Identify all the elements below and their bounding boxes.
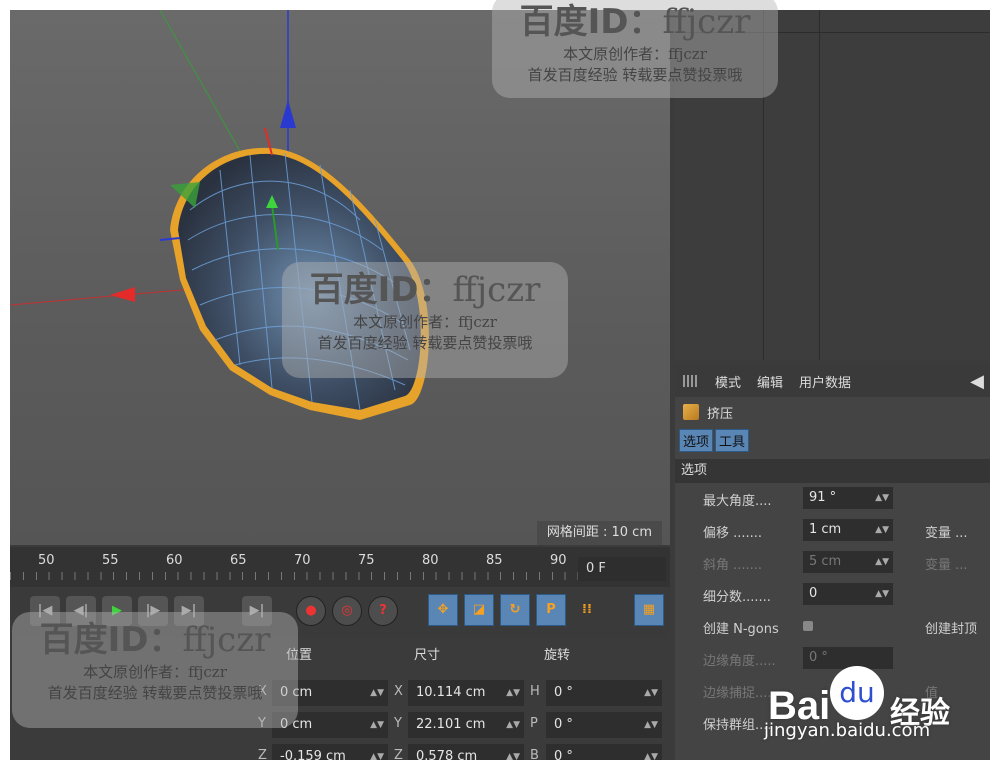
attribute-menu: 模式 编辑 用户数据 ◀ — [675, 365, 990, 397]
watermark-center: 百度ID：ffjczr 本文原创作者：ffjczr 首发百度经验 转载要点赞投票… — [282, 262, 568, 378]
stepper-icon: ▲▼ — [875, 493, 889, 503]
subdivision-field[interactable]: 0 ▲▼ — [803, 583, 893, 605]
timeline-tick: 55 — [102, 553, 119, 568]
tab-tools[interactable]: 工具 — [715, 428, 750, 452]
bevel-variance-label: 变量 ... — [925, 558, 968, 573]
attribute-tabs: 选项 工具 — [675, 427, 990, 453]
size-x-field[interactable]: 10.114 cm ▲▼ — [408, 680, 524, 706]
offset-label: 偏移 ....... — [703, 526, 763, 541]
z-axis-arrow — [280, 100, 296, 128]
timeline-tick-marks — [10, 572, 585, 580]
auto-key-icon[interactable]: ◎ — [332, 596, 362, 626]
x-axis-arrow — [110, 287, 135, 302]
row-max-angle: 最大角度.... 91 ° ▲▼ — [675, 483, 990, 515]
rotation-h-field[interactable]: 0 ° ▲▼ — [546, 680, 662, 706]
max-angle-field[interactable]: 91 ° ▲▼ — [803, 487, 893, 509]
object-name: 挤压 — [707, 406, 734, 422]
row-subdivision: 细分数....... 0 ▲▼ — [675, 579, 990, 611]
rotate-key-icon[interactable]: ↻ — [500, 594, 530, 626]
timeline-tick: 90 — [550, 553, 567, 568]
grip-icon[interactable] — [683, 375, 699, 387]
object-title: 挤压 — [675, 397, 990, 427]
bevel-label: 斜角 ....... — [703, 558, 763, 573]
stepper-icon: ▲▼ — [875, 525, 889, 535]
point-level-icon[interactable]: ⁞⁞ — [572, 594, 602, 626]
size-z-field[interactable]: 0.578 cm ▲▼ — [408, 744, 524, 760]
timeline-tick: 70 — [294, 553, 311, 568]
timeline-tick: 50 — [38, 553, 55, 568]
create-ngons-label: 创建 N-gons — [703, 622, 779, 637]
stepper-icon: ▲▼ — [875, 589, 889, 599]
stepper-icon: ▲▼ — [875, 557, 889, 567]
watermark-top: 百度ID：ffjczr 本文原创作者：ffjczr 首发百度经验 转载要点赞投票… — [492, 0, 778, 98]
extrude-icon — [683, 404, 699, 420]
offset-field[interactable]: 1 cm ▲▼ — [803, 519, 893, 541]
watermark-bottom: 百度ID：ffjczr 本文原创作者：ffjczr 首发百度经验 转载要点赞投票… — [12, 612, 298, 728]
parameter-key-icon[interactable]: P — [536, 594, 566, 626]
position-z-field[interactable]: -0.159 cm ▲▼ — [272, 744, 388, 760]
menu-edit[interactable]: 编辑 — [757, 372, 783, 391]
timeline-tick: 75 — [358, 553, 375, 568]
menu-mode[interactable]: 模式 — [715, 372, 741, 391]
grid-spacing-readout: 网格间距 : 10 cm — [536, 521, 662, 545]
max-angle-label: 最大角度.... — [703, 494, 772, 509]
timeline-ruler[interactable]: 50 55 60 65 70 75 80 85 90 0 F — [10, 547, 670, 587]
menu-user-data[interactable]: 用户数据 — [799, 372, 851, 391]
subdivision-label: 细分数....... — [703, 590, 771, 605]
size-header: 尺寸 — [414, 648, 441, 663]
tab-options[interactable]: 选项 — [679, 428, 714, 452]
end-frame-field[interactable]: 0 F — [578, 557, 666, 581]
record-key-icon[interactable]: ● — [296, 596, 326, 626]
timeline-tick: 60 — [166, 553, 183, 568]
keyframe-selection-icon[interactable]: ? — [368, 596, 398, 626]
row-bevel: 斜角 ....... 5 cm ▲▼ 变量 ... — [675, 547, 990, 579]
timeline-tick: 85 — [486, 553, 503, 568]
rotation-header: 旋转 — [544, 648, 571, 663]
row-create-ngons: 创建 N-gons 创建封顶 — [675, 611, 990, 643]
paw-icon: du — [830, 666, 884, 720]
coord-row-z: Z -0.159 cm ▲▼ Z 0.578 cm ▲▼ B 0 ° ▲▼ — [10, 742, 670, 760]
row-offset: 偏移 ....... 1 cm ▲▼ 变量 ... — [675, 515, 990, 547]
back-arrow-icon[interactable]: ◀ — [970, 371, 984, 392]
size-y-field[interactable]: 22.101 cm ▲▼ — [408, 712, 524, 738]
scale-key-icon[interactable]: ◪ — [464, 594, 494, 626]
rotation-p-field[interactable]: 0 ° ▲▼ — [546, 712, 662, 738]
create-ngons-checkbox[interactable] — [803, 621, 813, 631]
offset-variance-label: 变量 ... — [925, 526, 968, 541]
create-caps-label: 创建封顶 — [925, 622, 978, 637]
bevel-field[interactable]: 5 cm ▲▼ — [803, 551, 893, 573]
y-axis-line — [159, 10, 246, 161]
timeline-tick: 65 — [230, 553, 247, 568]
baidu-jingyan-logo: Bai du 经验 jingyan.baidu.com — [762, 662, 992, 762]
move-key-icon[interactable]: ✥ — [428, 594, 458, 626]
rotation-b-field[interactable]: 0 ° ▲▼ — [546, 744, 662, 760]
timeline-window-icon[interactable]: ▦ — [634, 594, 664, 626]
section-options-title: 选项 — [675, 459, 990, 483]
timeline-tick: 80 — [422, 553, 439, 568]
